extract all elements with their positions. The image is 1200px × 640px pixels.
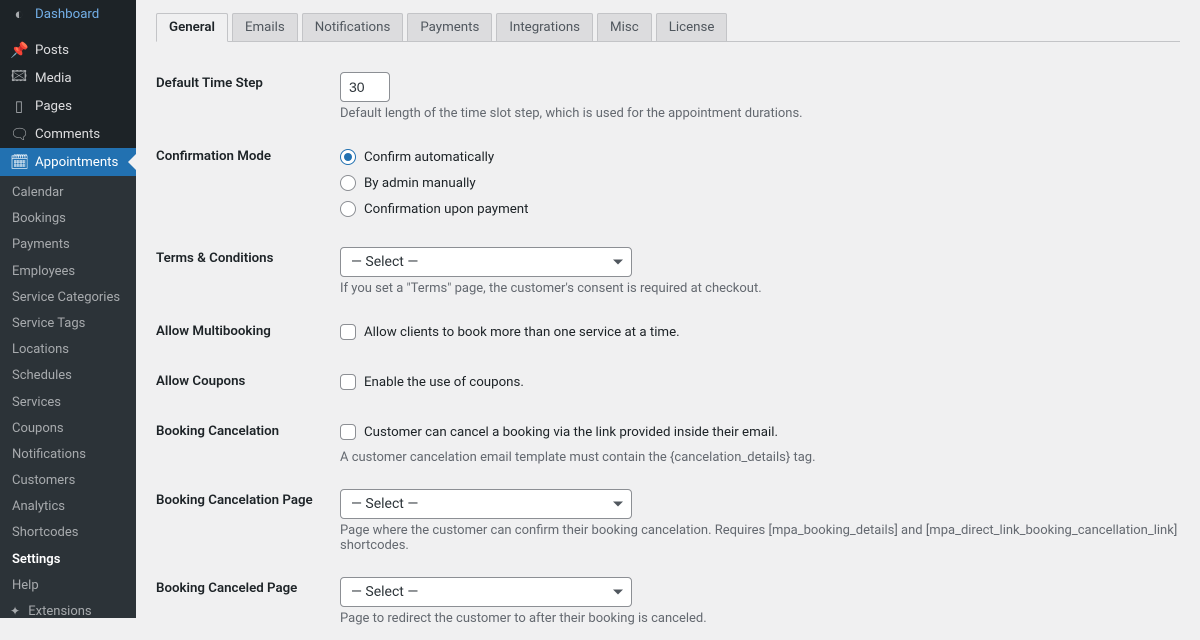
sub-calendar[interactable]: Calendar: [0, 180, 136, 206]
desc-default-time-step: Default length of the time slot step, wh…: [340, 106, 1180, 121]
desc-cancel-page: Page where the customer can confirm thei…: [340, 523, 1180, 553]
label-cancel-page: Booking Cancelation Page: [156, 479, 340, 522]
sub-bookings[interactable]: Bookings: [0, 206, 136, 232]
label-booking-cancel: Booking Cancelation: [156, 410, 340, 453]
dashboard-icon: ◐: [10, 5, 28, 23]
default-time-step-input[interactable]: [340, 72, 390, 102]
tab-license[interactable]: License: [656, 13, 728, 42]
sub-shortcodes[interactable]: Shortcodes: [0, 520, 136, 546]
sub-payments[interactable]: Payments: [0, 232, 136, 258]
canceled-page-select[interactable]: — Select —: [340, 577, 632, 607]
label-canceled-page: Booking Canceled Page: [156, 567, 340, 610]
tab-misc[interactable]: Misc: [597, 13, 652, 42]
admin-sidebar: ◐ Dashboard 📌 Posts 🖾 Media ▯ Pages 🗨 Co…: [0, 0, 136, 618]
sub-help[interactable]: Help: [0, 573, 136, 599]
radio-confirm-auto[interactable]: [340, 149, 356, 165]
label-coupons: Allow Coupons: [156, 360, 340, 403]
sidebar-item-pages[interactable]: ▯ Pages: [0, 92, 136, 120]
chevron-down-icon: [613, 260, 623, 265]
cancel-page-select-value: — Select —: [351, 496, 418, 512]
cancel-checkbox[interactable]: [340, 424, 356, 440]
sub-services[interactable]: Services: [0, 390, 136, 416]
settings-panel: General Emails Notifications Payments In…: [136, 0, 1200, 618]
page-icon: ▯: [10, 97, 28, 115]
coupons-checkbox[interactable]: [340, 374, 356, 390]
label-default-time-step: Default Time Step: [156, 62, 340, 105]
sub-service-categories[interactable]: Service Categories: [0, 285, 136, 311]
sub-locations[interactable]: Locations: [0, 337, 136, 363]
sidebar-label: Pages: [35, 99, 72, 114]
sidebar-item-posts[interactable]: 📌 Posts: [0, 36, 136, 64]
chevron-down-icon: [613, 590, 623, 595]
sub-settings[interactable]: Settings: [0, 547, 136, 573]
radio-confirm-payment[interactable]: [340, 201, 356, 217]
sub-extensions[interactable]: ✦ Extensions: [0, 599, 136, 618]
canceled-page-select-value: — Select —: [351, 584, 418, 600]
cancel-check-label: Customer can cancel a booking via the li…: [364, 425, 778, 440]
pin-icon: 📌: [10, 41, 28, 59]
sidebar-label: Posts: [35, 43, 69, 58]
label-confirmation-mode: Confirmation Mode: [156, 135, 340, 178]
cancel-page-select[interactable]: — Select —: [340, 489, 632, 519]
media-icon: 🖾: [10, 66, 28, 91]
desc-booking-cancel: A customer cancelation email template mu…: [340, 450, 1180, 465]
sub-employees[interactable]: Employees: [0, 259, 136, 285]
label-terms: Terms & Conditions: [156, 237, 340, 280]
sidebar-item-media[interactable]: 🖾 Media: [0, 64, 136, 92]
sidebar-item-appointments[interactable]: 🗓 Appointments: [0, 148, 136, 176]
tab-integrations[interactable]: Integrations: [496, 13, 593, 42]
sub-schedules[interactable]: Schedules: [0, 363, 136, 389]
calendar-icon: 🗓: [10, 153, 28, 171]
sidebar-label: Comments: [35, 127, 100, 142]
label-multibooking: Allow Multibooking: [156, 310, 340, 353]
extensions-label: Extensions: [28, 604, 91, 618]
sub-service-tags[interactable]: Service Tags: [0, 311, 136, 337]
appointments-submenu: Calendar Bookings Payments Employees Ser…: [0, 176, 136, 618]
radio-label-auto: Confirm automatically: [364, 150, 494, 165]
sidebar-item-comments[interactable]: 🗨 Comments: [0, 120, 136, 148]
sidebar-item-dashboard[interactable]: ◐ Dashboard: [0, 0, 136, 28]
tab-emails[interactable]: Emails: [232, 13, 298, 42]
sidebar-label: Dashboard: [35, 7, 99, 22]
multibooking-check-label: Allow clients to book more than one serv…: [364, 325, 680, 340]
sub-coupons[interactable]: Coupons: [0, 416, 136, 442]
desc-canceled-page: Page to redirect the customer to after t…: [340, 611, 1180, 626]
sub-analytics[interactable]: Analytics: [0, 494, 136, 520]
coupons-check-label: Enable the use of coupons.: [364, 375, 524, 390]
sub-customers[interactable]: Customers: [0, 468, 136, 494]
terms-select-value: — Select —: [351, 254, 418, 270]
radio-confirm-manual[interactable]: [340, 175, 356, 191]
tab-payments[interactable]: Payments: [407, 13, 492, 42]
settings-tabs: General Emails Notifications Payments In…: [156, 12, 1180, 42]
chevron-down-icon: [613, 502, 623, 507]
sub-notifications[interactable]: Notifications: [0, 442, 136, 468]
terms-select[interactable]: — Select —: [340, 247, 632, 277]
radio-label-payment: Confirmation upon payment: [364, 202, 528, 217]
star-icon: ✦: [10, 604, 20, 618]
sidebar-label: Appointments: [35, 155, 118, 170]
radio-label-manual: By admin manually: [364, 176, 476, 191]
tab-general[interactable]: General: [156, 13, 228, 42]
desc-terms: If you set a "Terms" page, the customer'…: [340, 281, 1180, 296]
multibooking-checkbox[interactable]: [340, 324, 356, 340]
tab-notifications[interactable]: Notifications: [302, 13, 404, 42]
settings-form: Default Time Step Default length of the …: [156, 62, 1180, 640]
sidebar-label: Media: [35, 71, 72, 86]
comment-icon: 🗨: [10, 125, 28, 143]
